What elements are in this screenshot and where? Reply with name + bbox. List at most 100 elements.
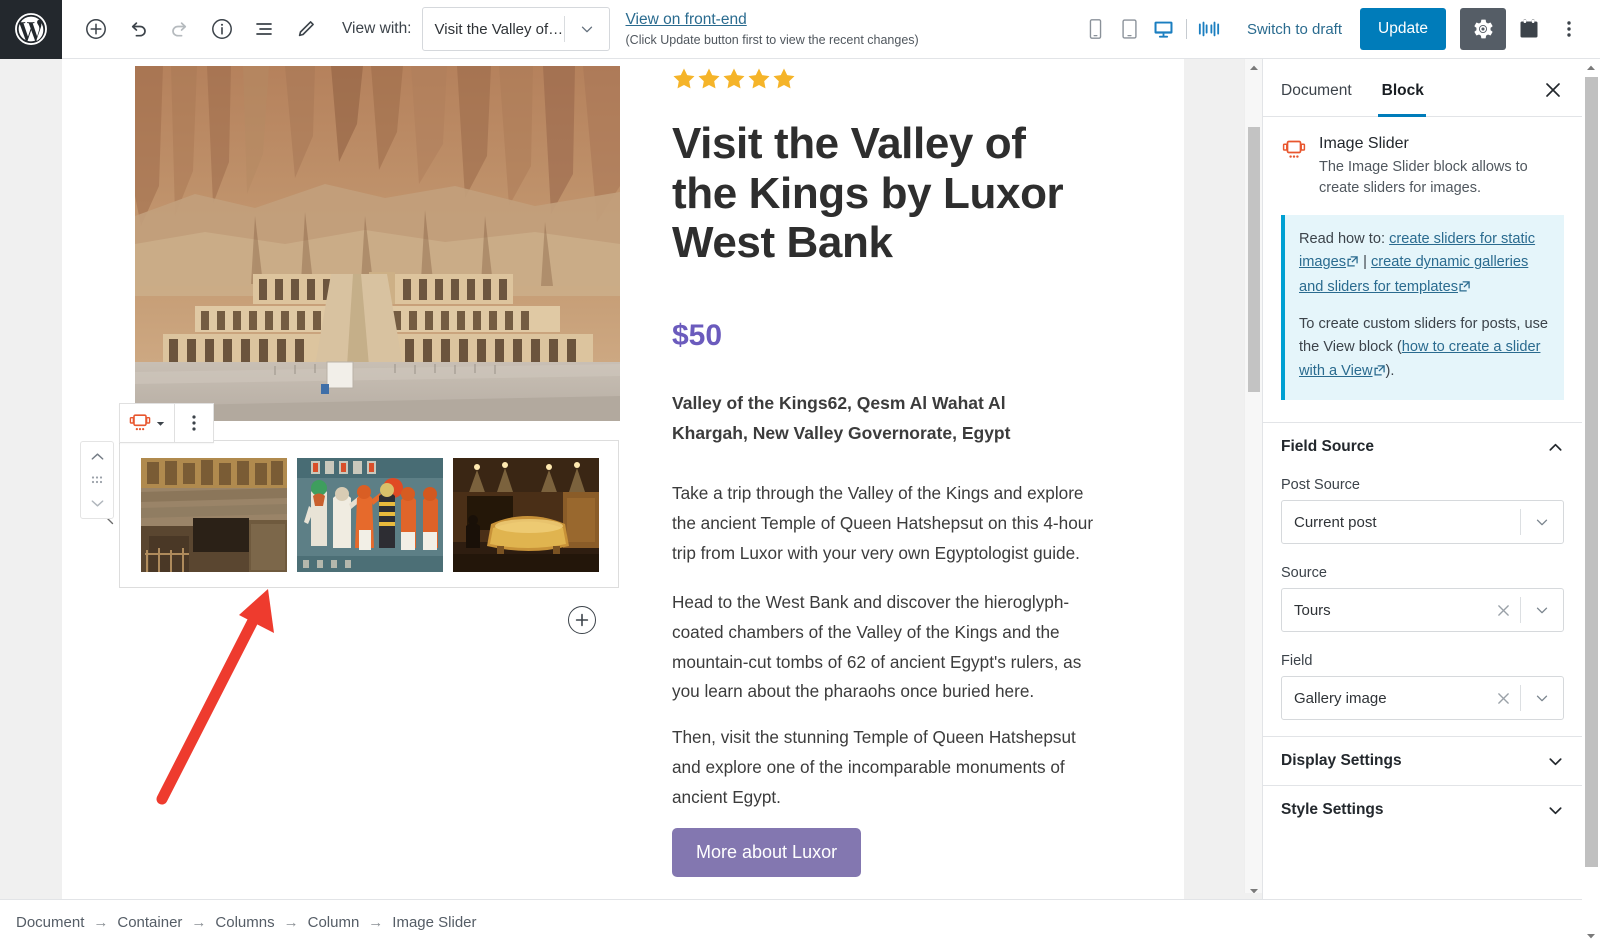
tablet-icon — [1122, 19, 1138, 39]
source-select[interactable]: Tours — [1281, 588, 1564, 633]
move-down-button[interactable] — [84, 493, 110, 513]
info-icon-button[interactable] — [204, 11, 240, 47]
breadcrumb: Document → Container → Columns → Column … — [0, 899, 1582, 944]
sidebar-scrollbar[interactable] — [1582, 59, 1600, 944]
block-type-button[interactable] — [120, 404, 174, 442]
tab-document[interactable]: Document — [1279, 82, 1366, 116]
list-view-icon-button[interactable] — [246, 11, 282, 47]
post-source-select[interactable]: Current post — [1281, 500, 1564, 545]
view-with-select[interactable]: Visit the Valley of the... — [421, 7, 610, 51]
view-with-value: Visit the Valley of the... — [434, 20, 564, 38]
switch-to-draft-button[interactable]: Switch to draft — [1233, 21, 1356, 38]
desktop-icon-button[interactable] — [1148, 12, 1180, 46]
description-paragraph-2: Head to the West Bank and discover the h… — [672, 592, 1082, 702]
add-block-icon — [86, 19, 106, 39]
tomb-interior-thumbnail — [141, 458, 287, 572]
undo-icon-button[interactable] — [120, 11, 156, 47]
wordpress-logo-icon — [15, 13, 47, 45]
panel-display-settings-header[interactable]: Display Settings — [1281, 737, 1564, 785]
block-more-options-button[interactable] — [175, 404, 213, 442]
post-source-value: Current post — [1294, 513, 1377, 531]
block-settings-sidebar: Document Block Image Slider The Image Sl… — [1262, 59, 1582, 899]
tab-block[interactable]: Block — [1377, 82, 1438, 117]
breadcrumb-separator: → — [368, 913, 384, 931]
canvas-scrollbar[interactable] — [1244, 59, 1262, 899]
field-select[interactable]: Gallery image — [1281, 676, 1564, 721]
toolbar-divider — [1185, 19, 1187, 39]
settings-gear-button[interactable] — [1460, 8, 1506, 50]
panel-style-settings: Style Settings — [1263, 785, 1582, 834]
calendar-button[interactable] — [1510, 8, 1548, 50]
breadcrumb-separator: → — [93, 913, 109, 931]
view-with-label: View with: — [342, 20, 412, 37]
scroll-up-arrow-icon[interactable] — [1582, 59, 1600, 76]
move-up-button[interactable] — [84, 447, 110, 467]
calendar-icon — [1520, 19, 1538, 38]
add-block-plus-icon — [575, 613, 589, 627]
red-pointer-arrow — [156, 589, 274, 805]
more-options-button[interactable] — [1552, 8, 1586, 50]
temple-of-hatshepsut-image — [135, 66, 620, 421]
view-on-front-end-link[interactable]: View on front-end — [626, 10, 919, 29]
breadcrumb-item-columns[interactable]: Columns — [215, 914, 274, 931]
chevron-down-icon[interactable] — [1521, 689, 1563, 707]
chevron-down-icon[interactable] — [1521, 513, 1563, 531]
block-info: Image Slider The Image Slider block allo… — [1263, 117, 1582, 213]
slider-slide-1[interactable] — [141, 458, 287, 572]
breadcrumb-item-column[interactable]: Column — [308, 914, 360, 931]
scroll-down-arrow-icon[interactable] — [1582, 927, 1600, 944]
slider-slide-2[interactable] — [297, 458, 443, 572]
tablet-icon-button[interactable] — [1114, 12, 1146, 46]
update-button[interactable]: Update — [1360, 8, 1446, 50]
more-about-luxor-button[interactable]: More about Luxor — [672, 828, 862, 877]
breadcrumb-item-image-slider[interactable]: Image Slider — [392, 914, 476, 931]
breadcrumb-separator: → — [191, 913, 207, 931]
slider-slide-3[interactable] — [453, 458, 599, 572]
move-down-icon — [91, 500, 103, 507]
notice-separator: | — [1359, 254, 1371, 271]
panel-field-source-body: Post Source Current post Source Tours Fi… — [1281, 477, 1564, 736]
panel-title: Style Settings — [1281, 801, 1384, 819]
chevron-down-icon[interactable] — [1521, 601, 1563, 619]
clear-field-button[interactable] — [1486, 692, 1520, 705]
redo-icon-button[interactable] — [162, 11, 198, 47]
breadcrumb-item-document[interactable]: Document — [16, 914, 84, 931]
clear-source-button[interactable] — [1486, 604, 1520, 617]
chevron-down-icon — [157, 421, 165, 426]
more-options-vertical-icon — [1567, 21, 1571, 37]
editor-canvas: Visit the Valley of the Kings by Luxor W… — [0, 59, 1262, 899]
canvas-scrollbar-thumb[interactable] — [1248, 127, 1260, 392]
chevron-down-icon — [1549, 806, 1562, 814]
desktop-icon — [1154, 21, 1173, 38]
chevron-down-icon[interactable] — [565, 20, 609, 38]
block-icon-wrap — [1281, 135, 1307, 199]
move-up-icon — [91, 453, 103, 460]
image-slider-block[interactable] — [119, 440, 619, 588]
block-description: The Image Slider block allows to create … — [1319, 159, 1528, 197]
close-icon — [1497, 692, 1509, 704]
breadcrumb-item-container[interactable]: Container — [117, 914, 182, 931]
split-view-icon-button[interactable] — [1193, 12, 1225, 46]
mobile-icon-button[interactable] — [1080, 12, 1112, 46]
append-block-button[interactable] — [568, 606, 596, 634]
hieroglyph-mural-thumbnail — [297, 458, 443, 572]
edit-pencil-icon-button[interactable] — [288, 11, 324, 47]
scroll-up-arrow-icon[interactable] — [1245, 59, 1263, 76]
sidebar-tab-bar: Document Block — [1263, 59, 1582, 117]
add-block-icon-button[interactable] — [78, 11, 114, 47]
address-text: Valley of the Kings62, Qesm Al Wahat Al … — [672, 393, 1011, 443]
sarcophagus-chamber-thumbnail — [453, 458, 599, 572]
chevron-down-icon — [1549, 757, 1562, 765]
sidebar-scrollbar-thumb[interactable] — [1585, 77, 1598, 867]
split-view-icon — [1198, 21, 1220, 37]
panel-field-source-header[interactable]: Field Source — [1281, 423, 1564, 471]
wordpress-logo-button[interactable] — [0, 0, 62, 59]
panel-style-settings-header[interactable]: Style Settings — [1281, 786, 1564, 834]
close-sidebar-button[interactable] — [1538, 75, 1568, 105]
editor-toolbar: View with: Visit the Valley of the... Vi… — [0, 0, 1600, 59]
mobile-icon — [1090, 19, 1102, 39]
drag-handle[interactable] — [84, 470, 110, 490]
five-star-rating-icon — [673, 68, 795, 89]
